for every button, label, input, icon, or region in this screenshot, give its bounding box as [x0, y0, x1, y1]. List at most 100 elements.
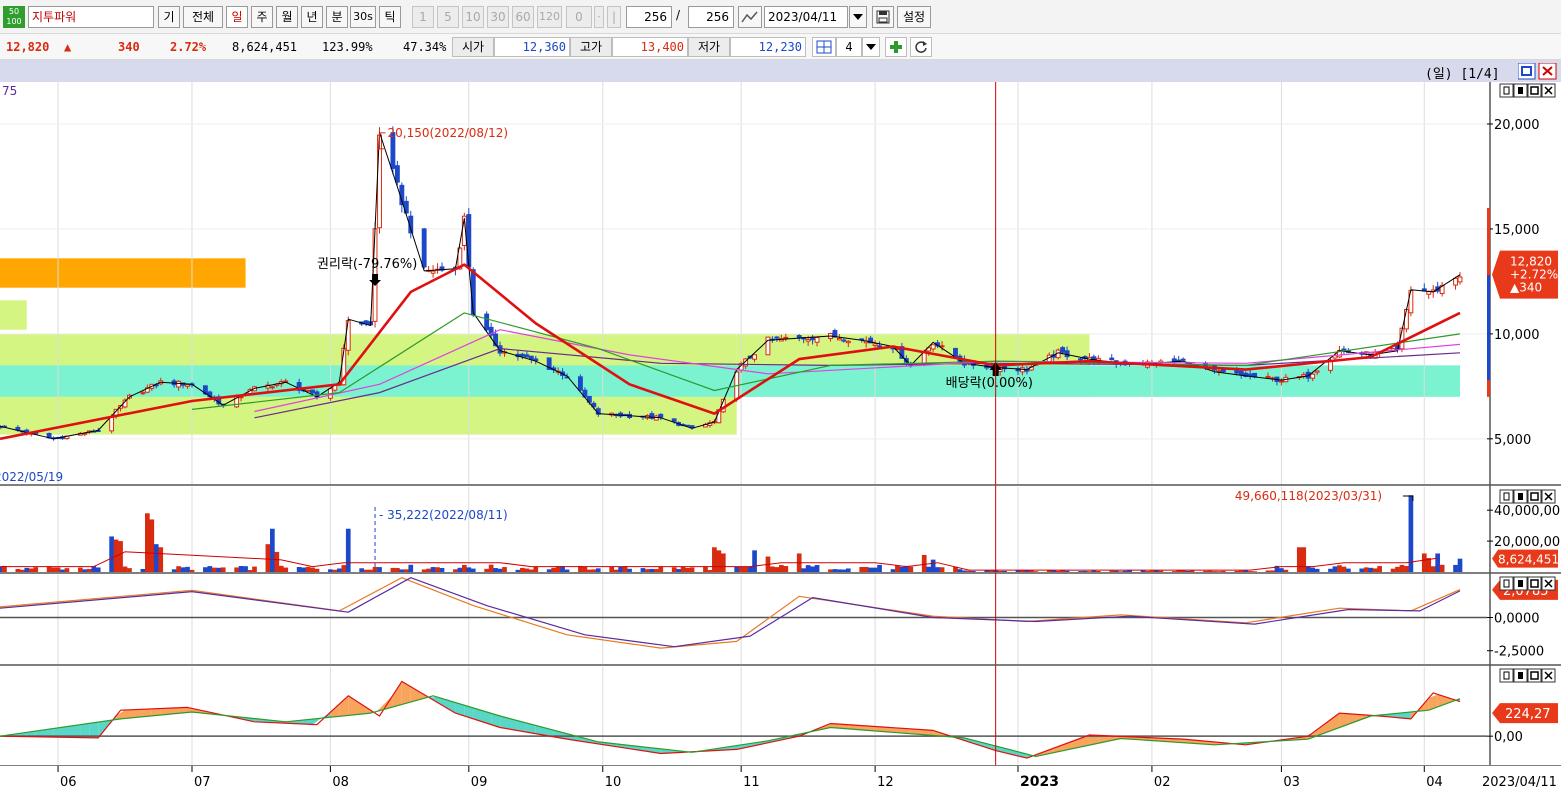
- volume-bar: [1055, 570, 1061, 572]
- volume-bar: [1091, 570, 1097, 572]
- volume-bar: [220, 567, 226, 572]
- volume-bar: [1015, 570, 1021, 572]
- volume-bar: [859, 566, 865, 572]
- volume-current-label: 8,624,451: [1498, 553, 1559, 567]
- volume-bar: [1140, 570, 1146, 572]
- volume-bar: [689, 567, 695, 572]
- grid-layout-icon[interactable]: [812, 37, 836, 57]
- volume-bar: [1296, 547, 1302, 572]
- volume-bar: [158, 547, 164, 572]
- candle-body: [939, 345, 945, 348]
- volume-bar: [274, 551, 280, 572]
- candle-body: [1064, 350, 1070, 358]
- candle-body: [1247, 373, 1253, 377]
- volume-tick-label: 20,000,000: [1494, 535, 1561, 550]
- count-total-field[interactable]: 256: [688, 6, 734, 28]
- volume-bar: [1314, 568, 1320, 572]
- interval-30[interactable]: 30: [487, 6, 509, 28]
- layout-dropdown-icon[interactable]: [862, 37, 880, 57]
- interval-10[interactable]: 10: [462, 6, 484, 28]
- volume-bar: [988, 570, 994, 572]
- volume-bar: [484, 568, 490, 572]
- date-field[interactable]: 2023/04/11: [764, 6, 848, 28]
- spin-up-button[interactable]: -: [594, 6, 604, 28]
- change-value: 340: [118, 40, 140, 54]
- button-gi[interactable]: 기: [158, 6, 180, 28]
- volume-bar: [1457, 558, 1463, 572]
- top-left-label: 75: [2, 84, 17, 98]
- price-value: 12,820: [6, 40, 50, 54]
- volume-bar: [520, 567, 525, 572]
- main-toolbar: 50 100 지투파워 기 전체 일 주 월 년 분 30s 틱 1 5 10 …: [0, 0, 1561, 34]
- trend-icon[interactable]: [738, 6, 762, 28]
- maximize-icon[interactable]: [1518, 63, 1536, 80]
- button-yearly[interactable]: 년: [301, 6, 323, 28]
- volume-bar: [649, 568, 655, 572]
- volume-bar: [779, 565, 784, 572]
- volume-bar: [1395, 566, 1400, 572]
- volume-bar: [457, 567, 463, 572]
- price-panel-button-0: [1499, 83, 1514, 98]
- volume-bar: [587, 569, 592, 572]
- volume-bar: [1216, 571, 1222, 572]
- stock-name-field[interactable]: 지투파워: [28, 6, 154, 28]
- period-label: (일) [1/4]: [1425, 67, 1500, 82]
- volume-bar: [1158, 570, 1164, 572]
- volume-bar: [528, 569, 534, 572]
- month-label: 2023: [1020, 774, 1059, 790]
- price-panel-buttons: [1499, 83, 1556, 98]
- volume-bar: [1390, 568, 1396, 572]
- chart-canvas[interactable]: 20,150(2022/08/12) 권리락(-79.76%) 배당락(0.00%)…: [0, 82, 1561, 798]
- button-30s[interactable]: 30s: [350, 6, 376, 28]
- volume-bar: [368, 569, 373, 572]
- osc2-panel-button-2: [1527, 668, 1542, 683]
- refresh-icon[interactable]: [910, 37, 932, 57]
- volume-bar: [1337, 565, 1342, 572]
- count-current-field[interactable]: 256: [626, 6, 672, 28]
- volume-bar: [497, 568, 503, 572]
- volume-bar: [618, 566, 623, 572]
- layout-count-field[interactable]: 4: [836, 37, 862, 57]
- button-weekly[interactable]: 주: [251, 6, 273, 28]
- volume-value: 8,624,451: [232, 40, 298, 54]
- button-minute[interactable]: 분: [326, 6, 348, 28]
- volume-bar: [613, 569, 619, 572]
- save-icon[interactable]: [872, 6, 894, 28]
- candle-body: [577, 376, 583, 391]
- interval-5[interactable]: 5: [437, 6, 459, 28]
- start-date-label: 2022/05/19: [0, 470, 63, 484]
- interval-120[interactable]: 120: [537, 6, 562, 28]
- low-value: 12,230: [730, 37, 806, 57]
- app-logo: 50 100: [3, 6, 25, 28]
- volume-bar: [582, 566, 588, 572]
- zero-field[interactable]: 0: [566, 6, 592, 28]
- price-up-icon: ▲: [64, 40, 72, 54]
- button-monthly[interactable]: 월: [276, 6, 298, 28]
- button-tick[interactable]: 틱: [379, 6, 401, 28]
- candle-body: [394, 165, 400, 183]
- button-daily[interactable]: 일: [226, 6, 248, 28]
- volume-bar: [171, 569, 177, 572]
- osc2-fill-segment: [401, 681, 411, 705]
- candle-body: [363, 320, 369, 324]
- interval-60[interactable]: 60: [512, 6, 534, 28]
- osc1-series-1: [0, 577, 1461, 648]
- osc2-split-icon: [1518, 672, 1523, 679]
- volume-bar: [127, 568, 132, 572]
- volume-bar: [1346, 568, 1351, 572]
- add-indicator-icon[interactable]: [885, 37, 907, 57]
- spin-bar-button[interactable]: |: [607, 6, 621, 28]
- volume-bar: [493, 568, 498, 572]
- volume-bar: [1078, 571, 1083, 572]
- interval-1[interactable]: 1: [412, 6, 434, 28]
- volume-bar: [430, 567, 436, 572]
- date-dropdown-icon[interactable]: [849, 6, 867, 28]
- volume-bar: [363, 569, 369, 572]
- button-all[interactable]: 전체: [183, 6, 223, 28]
- volume-bar: [546, 569, 552, 572]
- volume-bar: [1238, 570, 1244, 572]
- volume-bar: [470, 568, 476, 572]
- volume-bar: [1408, 495, 1414, 572]
- settings-button[interactable]: 설정: [897, 6, 931, 28]
- volume-bar: [926, 566, 932, 572]
